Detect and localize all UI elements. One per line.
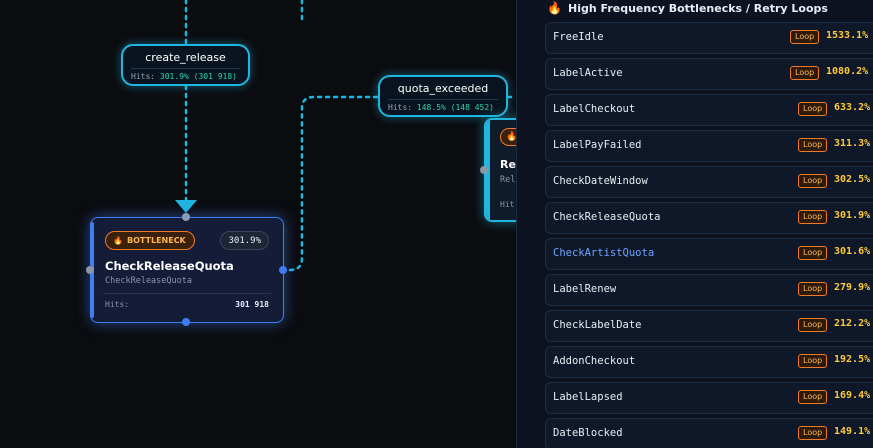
list-item-rate: 169.4% xyxy=(834,390,871,401)
bottleneck-badge-label: BOTTLENECK xyxy=(126,236,186,245)
list-item-name: CheckDateWindow xyxy=(553,175,648,187)
loop-badge: Loop xyxy=(798,174,828,188)
node-input-port-left[interactable] xyxy=(86,266,94,274)
loop-badge: Loop xyxy=(798,210,828,224)
edge-arrowhead xyxy=(175,200,197,213)
node-output-port-bottom[interactable] xyxy=(182,318,190,326)
panel-header: 🔥 High Frequency Bottlenecks / Retry Loo… xyxy=(517,0,873,20)
list-item[interactable]: DateBlocked Loop 149.1% xyxy=(545,418,873,448)
node-output-port-right[interactable] xyxy=(279,266,287,274)
list-item-rate: 301.6% xyxy=(834,246,871,257)
edge-label-quota-exceeded[interactable]: quota_exceeded Hits: 148.5% (148 452) xyxy=(378,75,508,117)
edge-label-divider xyxy=(131,68,240,69)
node-hits-label: Hit xyxy=(500,200,515,209)
node-check-release-quota[interactable]: 🔥 BOTTLENECK 301.9% CheckReleaseQuota Ch… xyxy=(90,217,284,323)
list-item-rate: 1533.1% xyxy=(826,30,869,41)
node-hits-label: Hits: xyxy=(105,300,130,309)
loop-badge: Loop xyxy=(798,102,828,116)
list-item-name: LabelCheckout xyxy=(553,103,636,115)
list-item[interactable]: CheckReleaseQuota Loop 301.9% xyxy=(545,202,873,234)
list-item[interactable]: LabelCheckout Loop 633.2% xyxy=(545,94,873,126)
list-item-rate: 633.2% xyxy=(834,102,871,113)
list-item[interactable]: CheckArtistQuota Loop 301.6% xyxy=(545,238,873,270)
node-title: CheckReleaseQuota xyxy=(105,259,234,273)
node-input-port-top[interactable] xyxy=(182,213,190,221)
loop-badge: Loop xyxy=(798,246,828,260)
node-subtitle: CheckReleaseQuota xyxy=(105,276,192,286)
bottleneck-badge: 🔥 BOTTLENECK xyxy=(105,231,195,250)
list-item-rate: 149.1% xyxy=(834,426,871,437)
list-item-name: CheckReleaseQuota xyxy=(553,211,661,223)
flame-icon: 🔥 xyxy=(113,236,123,245)
node-subtitle: Rel xyxy=(500,175,516,185)
loop-badge: Loop xyxy=(798,318,828,332)
node-hits-value: 301 918 xyxy=(235,300,269,309)
list-item[interactable]: CheckLabelDate Loop 212.2% xyxy=(545,310,873,342)
list-item-name: FreeIdle xyxy=(553,31,604,43)
list-item-rate: 212.2% xyxy=(834,318,871,329)
edge-label-title: quota_exceeded xyxy=(397,82,489,95)
list-item[interactable]: AddonCheckout Loop 192.5% xyxy=(545,346,873,378)
list-item[interactable]: CheckDateWindow Loop 302.5% xyxy=(545,166,873,198)
loop-badge: Loop xyxy=(790,30,820,44)
list-item-rate: 279.9% xyxy=(834,282,871,293)
hits-label: Hits: xyxy=(131,72,156,81)
list-item-name: LabelRenew xyxy=(553,283,617,295)
bottlenecks-panel: 🔥 High Frequency Bottlenecks / Retry Loo… xyxy=(516,0,873,448)
edge-label-create-release[interactable]: create_release Hits: 301.9% (301 918) xyxy=(121,44,250,86)
edge-label-hits: Hits: 301.9% (301 918) xyxy=(123,72,248,81)
list-item-name: AddonCheckout xyxy=(553,355,636,367)
list-item[interactable]: FreeIdle Loop 1533.1% xyxy=(545,22,873,54)
hits-value: 301.9% (301 918) xyxy=(159,72,237,81)
loop-badge: Loop xyxy=(798,390,828,404)
list-item-rate: 301.9% xyxy=(834,210,871,221)
loop-badge: Loop xyxy=(798,426,828,440)
loop-badge: Loop xyxy=(798,282,828,296)
list-item-name: LabelActive xyxy=(553,67,623,79)
list-item-name: LabelPayFailed xyxy=(553,139,642,151)
list-item-name: LabelLapsed xyxy=(553,391,623,403)
list-item[interactable]: LabelPayFailed Loop 311.3% xyxy=(545,130,873,162)
edge-quota-exceeded-left[interactable] xyxy=(288,95,380,272)
hits-value: 148.5% (148 452) xyxy=(416,103,494,112)
panel-title: High Frequency Bottlenecks / Retry Loops xyxy=(568,2,828,15)
edge-label-divider xyxy=(388,99,498,100)
list-item-name: CheckArtistQuota xyxy=(553,247,655,259)
list-item-rate: 311.3% xyxy=(834,138,871,149)
bottleneck-list: FreeIdle Loop 1533.1% LabelActive Loop 1080.2… xyxy=(545,22,873,448)
edge-label-hits: Hits: 148.5% (148 452) xyxy=(380,103,506,112)
list-item-rate: 192.5% xyxy=(834,354,871,365)
edge-label-title: create_release xyxy=(145,51,226,64)
loop-badge: Loop xyxy=(798,354,828,368)
list-item[interactable]: LabelLapsed Loop 169.4% xyxy=(545,382,873,414)
hits-label: Hits: xyxy=(388,103,413,112)
flame-icon: 🔥 xyxy=(547,1,562,15)
list-item-rate: 1080.2% xyxy=(826,66,869,77)
list-item-name: CheckLabelDate xyxy=(553,319,642,331)
list-item-name: DateBlocked xyxy=(553,427,623,439)
node-divider xyxy=(103,293,271,294)
node-input-port-left[interactable] xyxy=(480,166,488,174)
list-item[interactable]: LabelActive Loop 1080.2% xyxy=(545,58,873,90)
list-item-rate: 302.5% xyxy=(834,174,871,185)
loop-badge: Loop xyxy=(798,138,828,152)
list-item[interactable]: LabelRenew Loop 279.9% xyxy=(545,274,873,306)
loop-badge: Loop xyxy=(790,66,820,80)
node-percent-badge: 301.9% xyxy=(220,231,269,250)
